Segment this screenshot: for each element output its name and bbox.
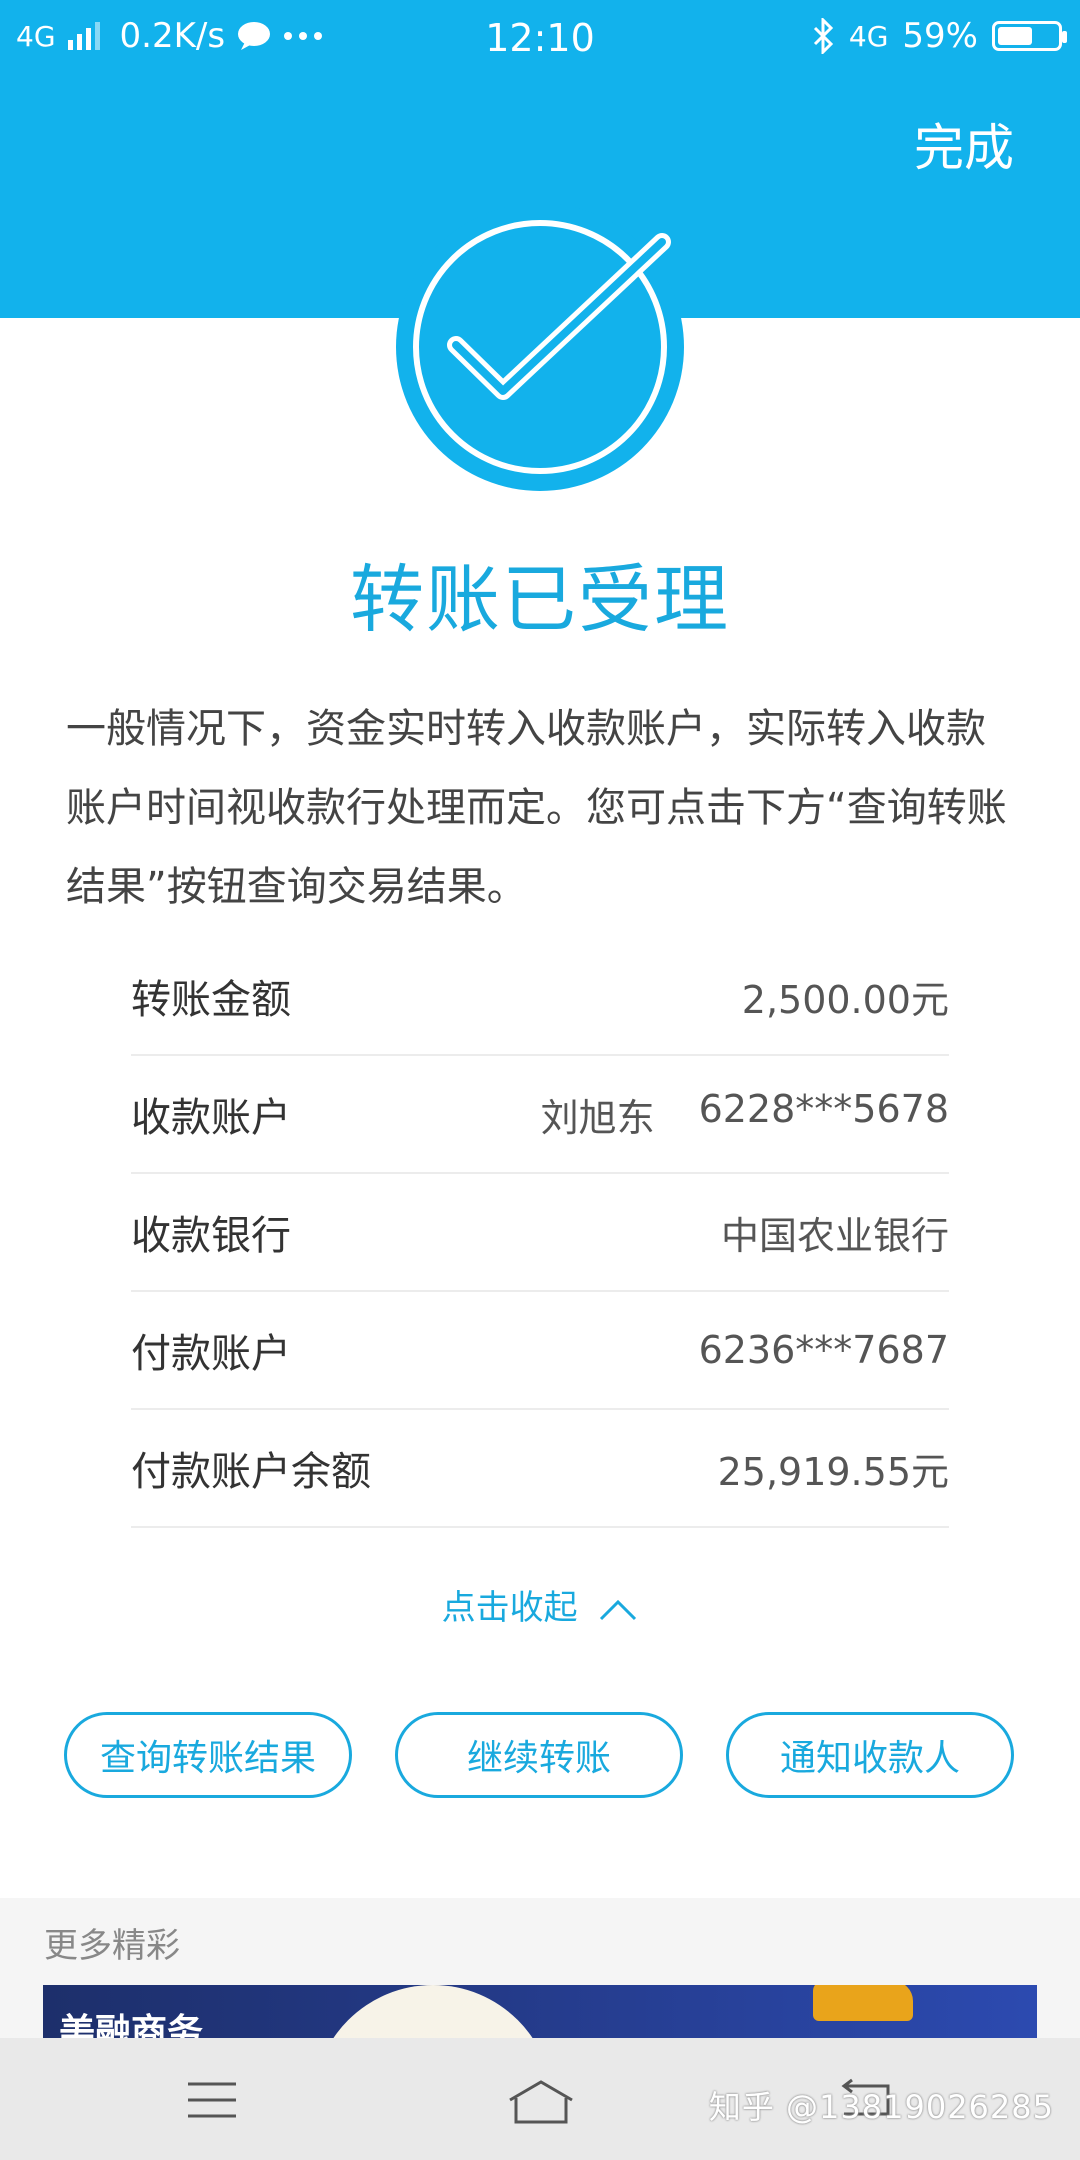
amount-value: 2,500.00元 <box>741 977 949 1022</box>
detail-label: 转账金额 <box>131 977 291 1023</box>
payer-balance: 25,919.55元 <box>717 1449 949 1494</box>
payer-account-number: 6236***7687 <box>698 1328 949 1372</box>
detail-label: 收款银行 <box>131 1213 291 1259</box>
menu-icon[interactable] <box>184 2078 240 2122</box>
detail-value: 6236***7687 <box>699 1328 949 1372</box>
payee-account-number: 6228***5678 <box>698 1086 949 1131</box>
result-description: 一般情况下，资金实时转入收款账户，实际转入收款账户时间视收款行处理而定。您可点击… <box>66 706 1007 910</box>
detail-row-payer-account: 付款账户 6236***7687 <box>131 1292 949 1410</box>
more-section: 更多精彩 美融商务 <box>0 1898 1080 2045</box>
result-title: 转账已受理 <box>350 557 730 643</box>
detail-value: 25,919.55元 <box>718 1441 949 1496</box>
bluetooth-icon <box>813 18 834 54</box>
network-label-right: 4G <box>848 19 889 53</box>
transfer-details: 转账金额 2,500.00元 收款账户 刘旭东 6228***5678 收款银行… <box>131 938 949 1528</box>
notify-payee-button[interactable]: 通知收款人 <box>726 1712 1014 1798</box>
success-check-icon <box>396 203 684 491</box>
action-buttons: 查询转账结果 继续转账 通知收款人 <box>64 1712 1014 1798</box>
query-result-button[interactable]: 查询转账结果 <box>64 1712 352 1798</box>
more-title: 更多精彩 <box>44 1926 180 1966</box>
status-bar: 4G 0.2K/s 12:10 4G 59% <box>0 0 1080 72</box>
status-right: 4G 59% <box>811 16 1067 56</box>
banner-moon-decoration <box>313 1985 553 2045</box>
detail-label: 付款账户 <box>131 1331 291 1377</box>
detail-row-payee-bank: 收款银行 中国农业银行 <box>131 1174 949 1292</box>
detail-row-amount: 转账金额 2,500.00元 <box>131 938 949 1056</box>
home-icon[interactable] <box>506 2078 576 2126</box>
battery-icon <box>992 21 1067 51</box>
collapse-label: 点击收起 <box>441 1588 578 1628</box>
watermark: 知乎 @13819026285 <box>708 2088 1054 2126</box>
detail-row-payee-account: 收款账户 刘旭东 6228***5678 <box>131 1056 949 1174</box>
banner-gold-decoration <box>813 1985 913 2021</box>
detail-value: 中国农业银行 <box>721 1205 949 1260</box>
done-button[interactable]: 完成 <box>914 108 1014 180</box>
payee-name: 刘旭东 <box>540 1095 655 1140</box>
detail-label: 收款账户 <box>131 1095 291 1141</box>
continue-transfer-button[interactable]: 继续转账 <box>395 1712 683 1798</box>
battery-percent: 59% <box>902 16 978 56</box>
chevron-up-icon <box>600 1599 637 1620</box>
detail-value: 刘旭东 6228***5678 <box>541 1087 949 1142</box>
promo-banner[interactable]: 美融商务 <box>43 1985 1037 2045</box>
battery-fill <box>998 27 1032 45</box>
collapse-toggle[interactable]: 点击收起 <box>0 1580 1080 1629</box>
payee-bank: 中国农业银行 <box>720 1213 949 1258</box>
detail-label: 付款账户余额 <box>131 1449 371 1495</box>
detail-value: 2,500.00元 <box>742 969 949 1024</box>
detail-row-payer-balance: 付款账户余额 25,919.55元 <box>131 1410 949 1528</box>
